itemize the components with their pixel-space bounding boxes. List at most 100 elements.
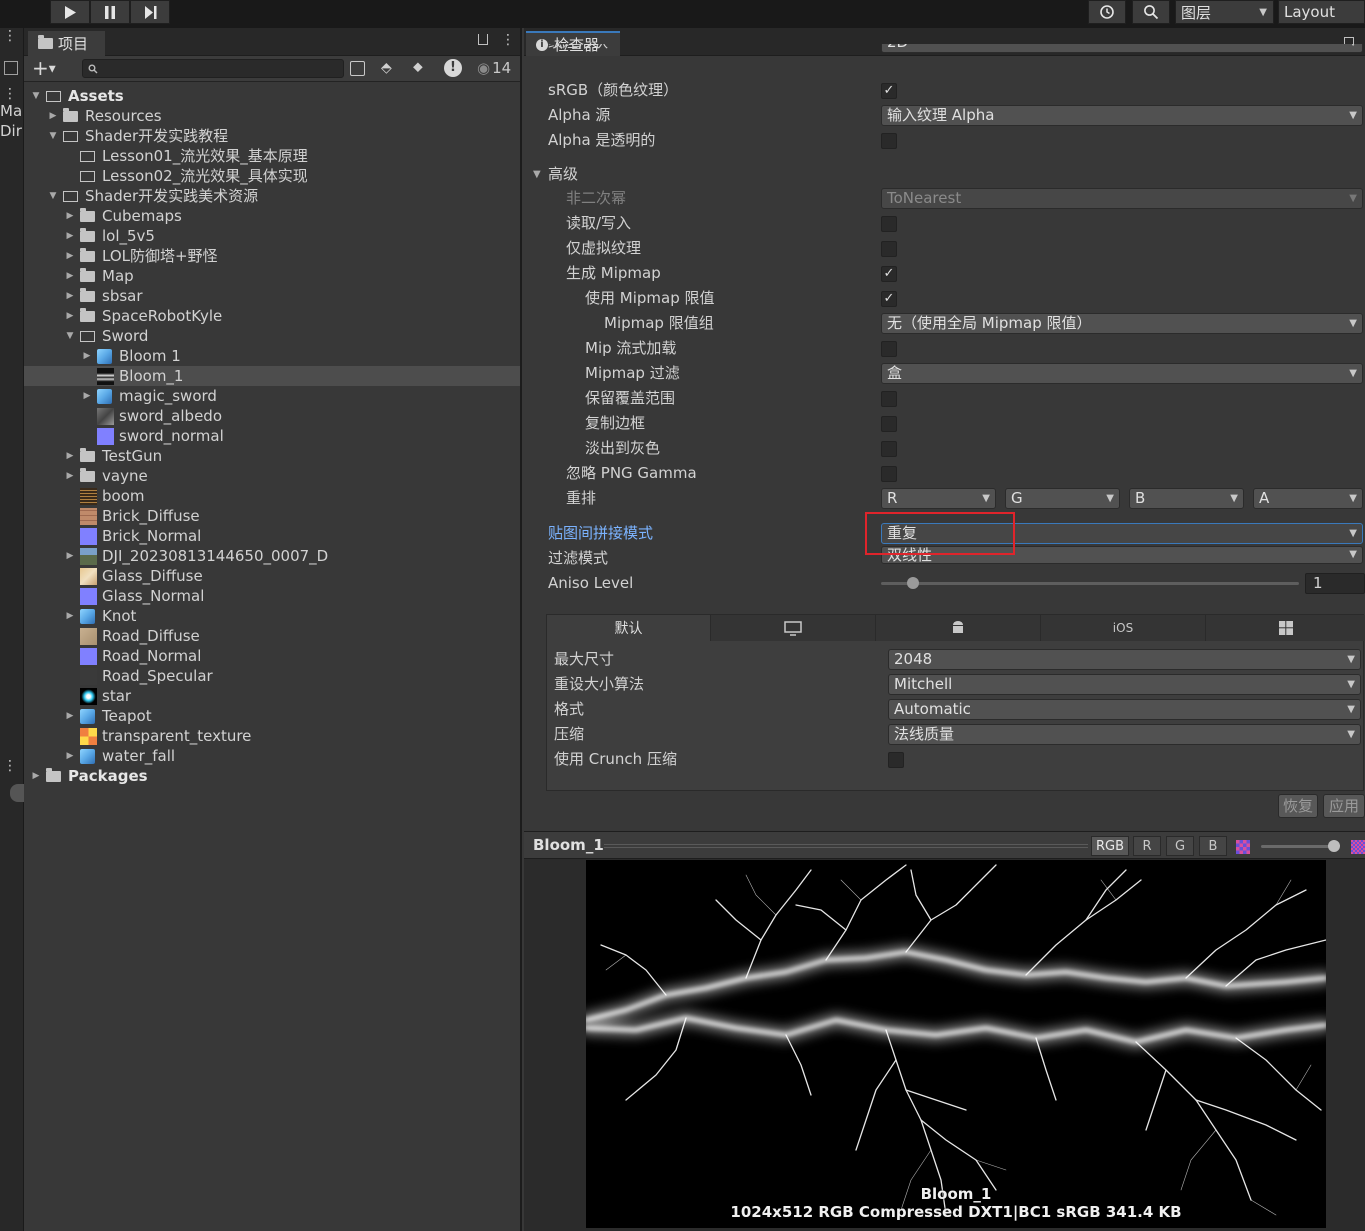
chevron-right-icon[interactable]: ▶ [64,746,76,766]
chevron-right-icon[interactable]: ▶ [64,466,76,486]
step-button[interactable] [130,0,170,24]
tab-default-platform[interactable]: 默认 [547,615,711,641]
chevron-right-icon[interactable]: ▶ [64,266,76,286]
tree-item[interactable]: ▶ Bloom 1 [24,346,520,366]
tree-item[interactable]: Glass_Normal [24,586,520,606]
chevron-down-icon[interactable]: ▼ [30,86,42,106]
readwrite-checkbox[interactable] [881,216,897,232]
format-dropdown[interactable]: Automatic ▼ [888,699,1361,720]
tree-item[interactable]: ▶ SpaceRobotKyle [24,306,520,326]
swizzle-g-dropdown[interactable]: G ▼ [1005,488,1120,509]
tree-item[interactable]: Lesson01_流光效果_基本原理 [24,146,520,166]
chevron-right-icon[interactable]: ▶ [64,606,76,626]
tree-item[interactable]: ▼ Sword [24,326,520,346]
channel-r-button[interactable]: R [1133,836,1161,856]
chevron-right-icon[interactable]: ▶ [30,766,42,786]
max-size-dropdown[interactable]: 2048 ▼ [888,649,1361,670]
filter-by-label-icon[interactable]: ⬥ [413,59,423,75]
advanced-foldout[interactable]: ▼ 高级 [524,162,1365,187]
aniso-slider-thumb[interactable] [907,577,919,589]
maximize-icon[interactable] [4,61,18,75]
tree-item[interactable]: Road_Diffuse [24,626,520,646]
tree-item[interactable]: ▶ Teapot [24,706,520,726]
channel-rgb-button[interactable]: RGB [1091,836,1129,856]
chevron-right-icon[interactable]: ▶ [64,706,76,726]
tab-windows-platform[interactable] [1206,615,1365,641]
tree-item[interactable]: transparent_texture [24,726,520,746]
ignore-png-gamma-checkbox[interactable] [881,466,897,482]
tab-standalone-platform[interactable] [711,615,876,641]
mip-level-slider-thumb[interactable] [1328,840,1340,852]
revert-button[interactable]: 恢复 [1278,794,1318,818]
chevron-right-icon[interactable]: ▶ [81,386,93,406]
tree-item[interactable]: ▼ Assets [24,86,520,106]
chevron-right-icon[interactable]: ▶ [64,546,76,566]
generate-mipmap-checkbox[interactable]: ✓ [881,266,897,282]
chevron-down-icon[interactable]: ▼ [47,186,59,206]
chevron-right-icon[interactable]: ▶ [64,206,76,226]
layout-dropdown[interactable]: Layout [1278,0,1365,24]
swizzle-a-dropdown[interactable]: A ▼ [1253,488,1363,509]
tree-item[interactable]: Lesson02_流光效果_具体实现 [24,166,520,186]
tree-item[interactable]: ▶ Map [24,266,520,286]
tree-item[interactable]: sword_albedo [24,406,520,426]
mipmap-filter-dropdown[interactable]: 盒 ▼ [881,363,1363,384]
tree-item[interactable]: Bloom_1 [24,366,520,386]
swizzle-b-dropdown[interactable]: B ▼ [1129,488,1244,509]
tree-item[interactable]: ▶ Resources [24,106,520,126]
aniso-level-input[interactable]: 1 [1305,573,1365,594]
tree-item[interactable]: ▶ magic_sword [24,386,520,406]
mip-level-slider-track[interactable] [1261,845,1335,848]
tree-item[interactable]: Brick_Diffuse [24,506,520,526]
more-options-icon[interactable]: ⋮ [3,29,17,43]
collapsed-toggle[interactable] [10,784,24,802]
pause-button[interactable] [90,0,130,24]
mipmap-limit-group-dropdown[interactable]: 无（使用全局 Mipmap 限值） ▼ [881,313,1363,334]
more-options-icon[interactable]: ⋮ [3,758,17,774]
preserve-coverage-checkbox[interactable] [881,391,897,407]
virtual-texture-checkbox[interactable] [881,241,897,257]
chevron-right-icon[interactable]: ▶ [64,286,76,306]
channel-g-button[interactable]: G [1166,836,1194,856]
tree-item[interactable]: ▼ Shader开发实践美术资源 [24,186,520,206]
use-mipmap-limit-checkbox[interactable]: ✓ [881,291,897,307]
layers-dropdown[interactable]: 图层 ▼ [1175,0,1274,24]
play-button[interactable] [50,0,90,24]
replicate-border-checkbox[interactable] [881,416,897,432]
alpha-source-dropdown[interactable]: 输入纹理 Alpha ▼ [881,105,1363,126]
search-input[interactable] [82,59,344,78]
crunch-checkbox[interactable] [888,752,904,768]
tree-item[interactable]: Road_Specular [24,666,520,686]
swizzle-r-dropdown[interactable]: R ▼ [881,488,996,509]
more-options-icon[interactable]: ⋮ [3,86,17,102]
warning-icon[interactable]: ! [444,59,462,77]
alpha-transparent-checkbox[interactable] [881,133,897,149]
history-button[interactable] [1088,0,1126,24]
tree-item[interactable]: ▶ LOL防御塔+野怪 [24,246,520,266]
search-by-type-icon[interactable] [350,61,365,76]
hidden-packages-toggle[interactable]: ◉ 14 [477,59,511,77]
tree-item[interactable]: Glass_Diffuse [24,566,520,586]
tree-item[interactable]: ▶ TestGun [24,446,520,466]
chevron-right-icon[interactable]: ▶ [64,226,76,246]
tree-item[interactable]: sword_normal [24,426,520,446]
chevron-right-icon[interactable]: ▶ [64,246,76,266]
fadeout-checkbox[interactable] [881,441,897,457]
lock-icon[interactable] [478,34,488,45]
chevron-down-icon[interactable]: ▼ [47,126,59,146]
srgb-checkbox[interactable]: ✓ [881,83,897,99]
tree-item[interactable]: ▶ Knot [24,606,520,626]
chevron-right-icon[interactable]: ▶ [64,306,76,326]
tree-item[interactable]: Brick_Normal [24,526,520,546]
chevron-down-icon[interactable]: ▼ [64,326,76,346]
chevron-right-icon[interactable]: ▶ [47,106,59,126]
tree-item[interactable]: boom [24,486,520,506]
more-options-icon[interactable]: ⋮ [501,32,515,48]
tab-project[interactable]: 项目 [28,31,105,56]
compression-dropdown[interactable]: 法线质量 ▼ [888,724,1361,745]
apply-button[interactable]: 应用 [1323,794,1365,818]
texture-shape-dropdown[interactable]: 2D ▼ [881,44,1363,53]
tree-item[interactable]: ▶ lol_5v5 [24,226,520,246]
chevron-right-icon[interactable]: ▶ [81,346,93,366]
tab-ios-platform[interactable]: iOS [1041,615,1206,641]
